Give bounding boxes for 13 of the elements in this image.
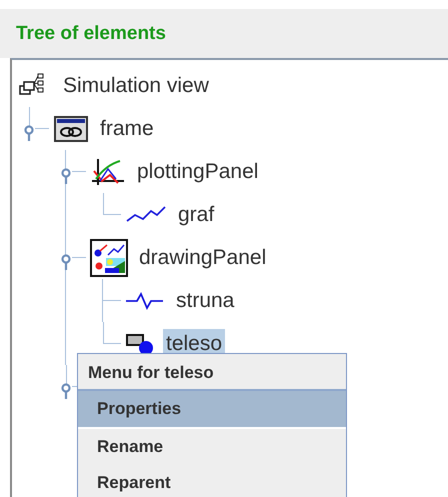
picture-icon (90, 238, 128, 276)
spring-icon (125, 290, 165, 310)
zigzag-line-icon (125, 204, 167, 224)
plot-icon (90, 156, 126, 186)
menu-item[interactable]: Properties (78, 391, 346, 429)
menu-item[interactable]: Rename (78, 429, 346, 465)
tree-handle-icon[interactable] (60, 382, 72, 400)
menu-item[interactable]: Reparent (78, 465, 346, 497)
tree-handle-icon[interactable] (60, 166, 72, 184)
window-icon (53, 114, 89, 142)
tree-handle-icon[interactable] (60, 252, 72, 270)
tree-handle-icon[interactable] (23, 124, 35, 142)
panel-title: Tree of elements (16, 22, 166, 44)
